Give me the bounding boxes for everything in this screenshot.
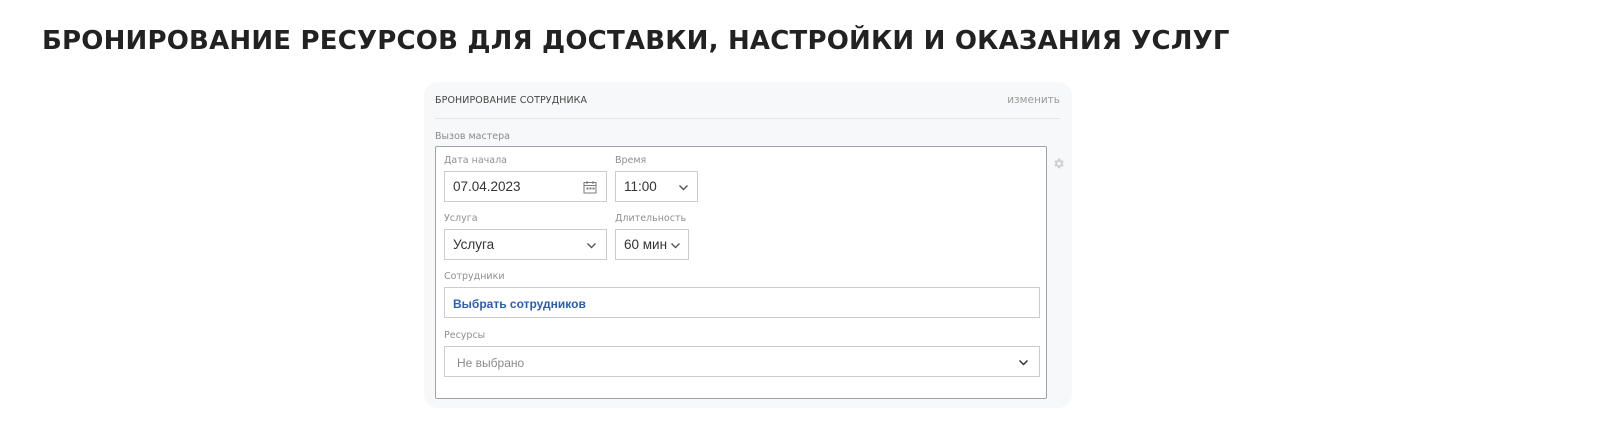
section-label: Вызов мастера	[435, 131, 510, 142]
panel-title: БРОНИРОВАНИЕ СОТРУДНИКА	[435, 95, 588, 106]
employees-field: Выбрать сотрудников	[444, 287, 1040, 318]
employees-label: Сотрудники	[444, 271, 505, 282]
start-date-label: Дата начала	[444, 155, 507, 166]
start-date-input[interactable]: 07.04.2023	[444, 171, 607, 202]
chevron-down-icon	[670, 239, 681, 250]
time-value: 11:00	[624, 179, 657, 194]
service-select[interactable]: Услуга	[444, 229, 607, 260]
booking-form: Дата начала 07.04.2023 Время 11:00 Услуг…	[435, 146, 1047, 399]
chevron-down-icon	[586, 239, 597, 250]
gear-icon-graphic	[1054, 158, 1064, 169]
service-label: Услуга	[444, 213, 478, 224]
chevron-down-icon	[678, 181, 689, 192]
calendar-icon-graphic	[583, 181, 597, 194]
resources-value: Не выбрано	[457, 356, 525, 370]
page-title: БРОНИРОВАНИЕ РЕСУРСОВ ДЛЯ ДОСТАВКИ, НАСТ…	[42, 26, 1230, 56]
select-employees-link[interactable]: Выбрать сотрудников	[453, 297, 586, 311]
duration-label: Длительность	[615, 213, 687, 224]
edit-link[interactable]: изменить	[1007, 94, 1060, 106]
duration-select[interactable]: 60 мин	[615, 229, 689, 260]
resources-label: Ресурсы	[444, 330, 486, 341]
chevron-down-icon	[1018, 356, 1029, 367]
panel-header: БРОНИРОВАНИЕ СОТРУДНИКА изменить	[435, 82, 1060, 119]
resources-select[interactable]: Не выбрано	[444, 346, 1040, 377]
time-label: Время	[615, 155, 647, 166]
time-select[interactable]: 11:00	[615, 171, 698, 202]
start-date-value: 07.04.2023	[453, 179, 521, 194]
service-value: Услуга	[453, 237, 495, 252]
booking-panel: БРОНИРОВАНИЕ СОТРУДНИКА изменить Вызов м…	[424, 82, 1072, 408]
gear-icon[interactable]	[1052, 157, 1065, 170]
calendar-icon[interactable]	[583, 180, 597, 194]
duration-value: 60 мин	[624, 237, 668, 252]
